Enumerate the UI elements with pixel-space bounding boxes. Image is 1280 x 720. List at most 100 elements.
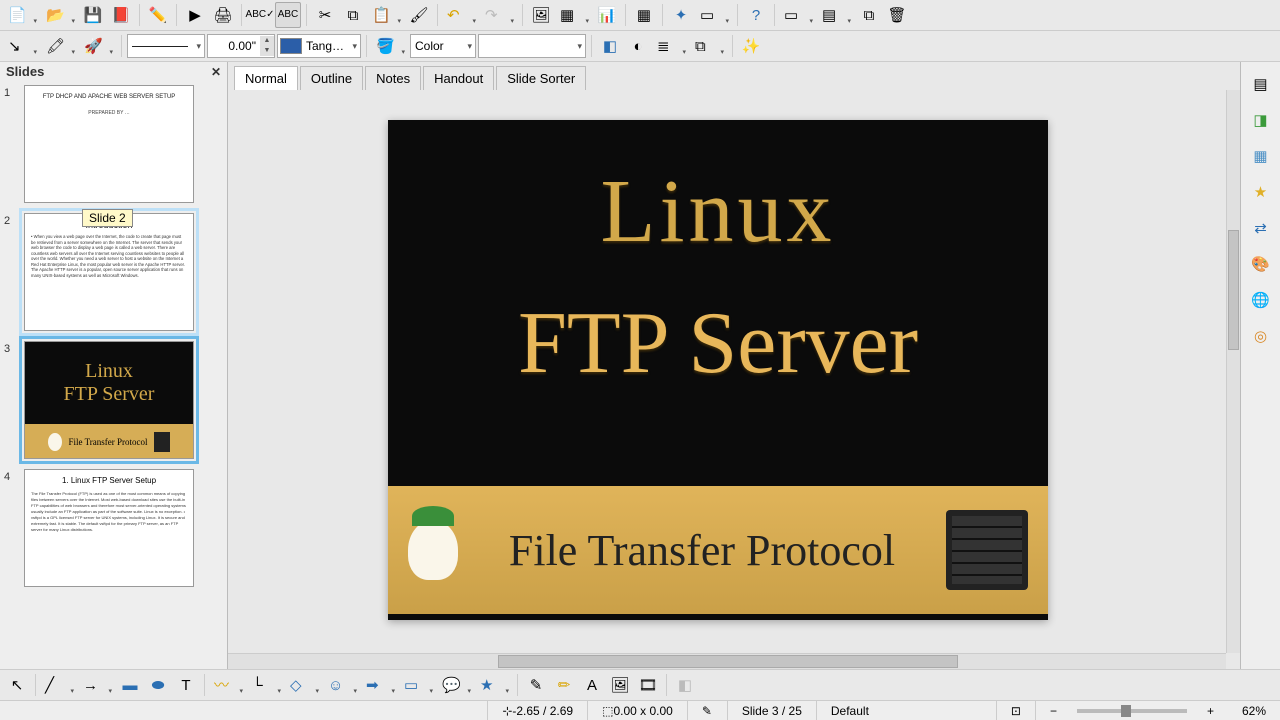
insert-image-button[interactable]: 🖼 (528, 2, 554, 28)
close-panel-button[interactable]: ✕ (211, 65, 221, 79)
zoom-out-button[interactable]: − (1036, 701, 1071, 720)
open-button[interactable]: 📂 (42, 2, 78, 28)
status-sig[interactable]: ✎ (688, 701, 728, 720)
export-pdf-button[interactable]: 📕 (108, 2, 134, 28)
delete-slide-button[interactable]: 🗑 (884, 2, 910, 28)
print-button[interactable]: 🖨 (210, 2, 236, 28)
symbol-shapes-tool[interactable]: ☺ (324, 672, 360, 698)
crop-button[interactable]: ◐ (625, 33, 651, 59)
glue-tool[interactable]: ✏ (551, 672, 577, 698)
shadow-button[interactable]: ◧ (597, 33, 623, 59)
canvas[interactable]: Linux FTP Server File Transfer Protocol (228, 90, 1240, 669)
insert-table-button[interactable]: ▦ (556, 2, 592, 28)
ellipse-tool[interactable]: ⬬ (145, 672, 171, 698)
format-paint-button[interactable]: 🖌 (406, 2, 432, 28)
tab-normal[interactable]: Normal (234, 66, 298, 90)
new-slide-button[interactable]: ▭ (780, 2, 816, 28)
tab-handout[interactable]: Handout (423, 66, 494, 90)
slide-canvas[interactable]: Linux FTP Server File Transfer Protocol (388, 120, 1048, 620)
separator (35, 674, 36, 696)
slide-thumb-3[interactable]: 3 LinuxFTP Server File Transfer Protocol (4, 341, 223, 459)
status-style[interactable]: Default (817, 701, 997, 720)
zoom-slider[interactable] (1077, 709, 1187, 713)
compass-icon: ◎ (1254, 329, 1267, 344)
help-button[interactable]: ? (743, 2, 769, 28)
connector-tool[interactable]: └ (248, 672, 284, 698)
grid-button[interactable]: ▦ (631, 2, 657, 28)
line-tool[interactable]: ╱ (41, 672, 77, 698)
gallery-button[interactable]: ◨ (1249, 108, 1273, 132)
highlight-button[interactable]: 🖍 (42, 33, 78, 59)
basic-shapes-tool[interactable]: ◇ (286, 672, 322, 698)
properties-button[interactable]: ▤ (1249, 72, 1273, 96)
line-color-combo[interactable]: Tang… (277, 34, 361, 58)
functions-button[interactable]: ◎ (1249, 324, 1273, 348)
callout-tool[interactable]: 💬 (438, 672, 474, 698)
line-style-combo[interactable] (127, 34, 205, 58)
pointer-button[interactable]: 🚀 (80, 33, 116, 59)
new-doc-button[interactable]: 📄 (4, 2, 40, 28)
slideshow-button[interactable]: ▶ (182, 2, 208, 28)
arrow-line-tool[interactable]: → (79, 672, 115, 698)
tab-sorter[interactable]: Slide Sorter (496, 66, 586, 90)
transition-button[interactable]: ⇄ (1249, 216, 1273, 240)
slide-thumbnails[interactable]: 1 FTP DHCP AND APACHE WEB SERVER SETUP P… (0, 81, 227, 669)
points-tool[interactable]: ✎ (523, 672, 549, 698)
block-arrows-tool[interactable]: ➡ (362, 672, 398, 698)
flowchart-tool[interactable]: ▭ (400, 672, 436, 698)
redo-button[interactable]: ↷ (481, 2, 517, 28)
select-tool[interactable]: ↖ (4, 672, 30, 698)
fill-type-combo[interactable]: Color (410, 34, 476, 58)
snap-button[interactable]: ✦ (668, 2, 694, 28)
cut-button[interactable]: ✂ (312, 2, 338, 28)
arrow-style-button[interactable]: ↘ (4, 33, 40, 59)
globe-icon: 🌐 (1251, 293, 1270, 308)
curve-tool[interactable]: 〰 (210, 672, 246, 698)
zoom-fit-button[interactable]: ⊡ (997, 701, 1036, 720)
slide-thumb-1[interactable]: 1 FTP DHCP AND APACHE WEB SERVER SETUP P… (4, 85, 223, 203)
tab-notes[interactable]: Notes (365, 66, 421, 90)
stars-tool[interactable]: ★ (476, 672, 512, 698)
master-button[interactable]: ▦ (1249, 144, 1273, 168)
vertical-scrollbar[interactable] (1226, 90, 1240, 653)
zoom-in-button[interactable]: + (1193, 701, 1228, 720)
nav-button[interactable]: 🌐 (1249, 288, 1273, 312)
line-width-spinner[interactable]: ▲▼ (207, 34, 275, 58)
autospell-button[interactable]: ABC (275, 2, 301, 28)
tab-outline[interactable]: Outline (300, 66, 363, 90)
separator (204, 674, 205, 696)
align-button[interactable]: ≣ (653, 33, 689, 59)
edit-button[interactable]: ✏️ (145, 2, 171, 28)
slide-title-1: Linux (388, 160, 1048, 263)
undo-button[interactable]: ↶ (443, 2, 479, 28)
slide-thumb-2[interactable]: 2 Introduction • When you view a web pag… (4, 213, 223, 331)
status-slide[interactable]: Slide 3 / 25 (728, 701, 817, 720)
fontwork-tool[interactable]: A (579, 672, 605, 698)
from-file-tool[interactable]: 🖼 (607, 672, 633, 698)
text-tool[interactable]: T (173, 672, 199, 698)
paste-button[interactable]: 📋 (368, 2, 404, 28)
star-effect-button[interactable]: ✨ (738, 33, 764, 59)
drawing-toolbar: ↖ ╱ → ▬ ⬬ T 〰 └ ◇ ☺ ➡ ▭ 💬 ★ ✎ ✏ A 🖼 🎞 ◧ (0, 669, 1280, 700)
insert-slide-button[interactable]: ▭ (696, 2, 732, 28)
separator (176, 4, 177, 26)
arrange-button[interactable]: ⧉ (691, 33, 727, 59)
animation-button[interactable]: ★ (1249, 180, 1273, 204)
zoom-percent[interactable]: 62% (1228, 701, 1280, 720)
copy-button[interactable]: ⧉ (340, 2, 366, 28)
insert-chart-button[interactable]: 📊 (594, 2, 620, 28)
styles-button[interactable]: 🎨 (1249, 252, 1273, 276)
save-button[interactable]: 💾 (80, 2, 106, 28)
bucket-button[interactable]: 🪣 (372, 33, 408, 59)
line-width-input[interactable] (208, 39, 260, 53)
slide-thumb-4[interactable]: 4 1. Linux FTP Server Setup The File Tra… (4, 469, 223, 587)
rect-tool[interactable]: ▬ (117, 672, 143, 698)
duplicate-slide-button[interactable]: ⧉ (856, 2, 882, 28)
spellcheck-button[interactable]: ABC✓ (247, 2, 273, 28)
horizontal-scrollbar[interactable] (228, 653, 1226, 669)
align-icon: ≣ (657, 39, 670, 54)
layout-button[interactable]: ▤ (818, 2, 854, 28)
fill-value-combo[interactable] (478, 34, 586, 58)
media-tool[interactable]: 🎞 (635, 672, 661, 698)
extrusion-tool[interactable]: ◧ (672, 672, 698, 698)
